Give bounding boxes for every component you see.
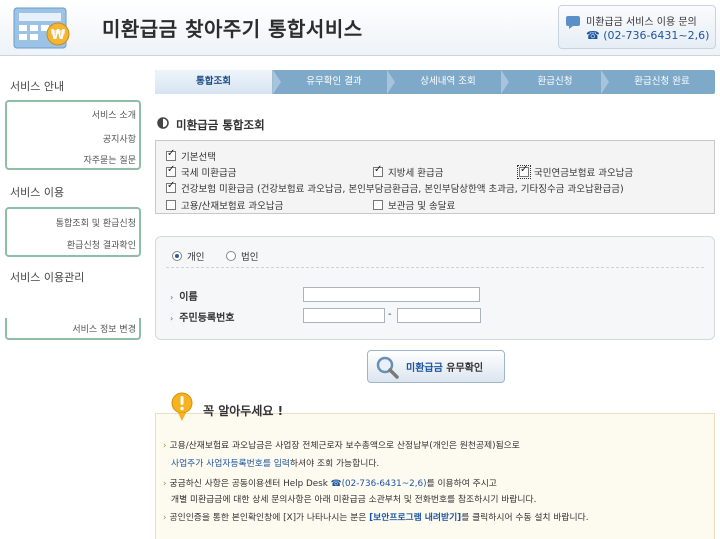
- notice-title: 꼭 알아두세요 !: [203, 404, 284, 418]
- radio-dot[interactable]: [226, 251, 236, 261]
- divider: [166, 267, 704, 268]
- chat-icon: [566, 16, 580, 29]
- name-label: › 이름: [170, 292, 198, 303]
- notice-line: › 궁금하신 사항은 공동이용센터 Help Desk ☎(02-736-6431…: [163, 479, 497, 489]
- check-refund-button[interactable]: 미환급금 유무확인: [367, 350, 505, 383]
- step-detail: 상세내역 조회: [420, 76, 476, 87]
- checkbox-label: 건강보험 미환급금 (건강보험료 과오납금, 본인부담금환급금, 본인부담상한액…: [181, 184, 624, 195]
- notice-box: › 고용/산재보험료 과오납금은 사업장 전체근로자 보수총액으로 산정납부(개인…: [155, 413, 715, 539]
- step-arrow: [273, 70, 281, 94]
- checkbox-pension[interactable]: 국민연금보험료 과오납금: [517, 164, 634, 179]
- checkbox-label: 국세 미환급금: [181, 168, 237, 179]
- id-separator: -: [388, 309, 392, 320]
- checkbox-health[interactable]: 건강보험 미환급금 (건강보험료 과오납금, 본인부담금환급금, 본인부담상한액…: [166, 180, 624, 195]
- sidebar-item-faq[interactable]: 자주묻는 질문: [83, 153, 136, 166]
- sidebar-item-inquiry[interactable]: 통합조회 및 환급신청: [56, 216, 136, 229]
- step-result: 유무확인 결과: [306, 76, 362, 87]
- exclamation-bulb-icon: [171, 392, 193, 421]
- inquiry-title: 미환급금 서비스 이용 문의: [586, 17, 697, 28]
- checkbox-box[interactable]: [517, 164, 531, 179]
- identity-form: 개인 법인 › 이름 › 주민등록번호 -: [155, 236, 715, 340]
- step-apply: 환급신청: [537, 76, 573, 87]
- arrow-icon: ›: [170, 314, 174, 323]
- svg-text:₩: ₩: [51, 28, 66, 43]
- notice-line: 사업주가 사업자등록번호를 입력하셔야 조회 가능합니다.: [171, 459, 380, 469]
- checkbox-box[interactable]: [166, 180, 176, 193]
- sidebar: 서비스 안내 서비스 소개 공지사항 자주묻는 질문 서비스 이용 통합조회 및…: [0, 60, 142, 539]
- radio-individual[interactable]: 개인: [172, 249, 204, 263]
- section-bullet-icon: [157, 117, 169, 129]
- checkbox-box[interactable]: [166, 148, 176, 161]
- checkbox-box[interactable]: [166, 164, 176, 177]
- sidebar-heading-manage: 서비스 이용관리: [10, 271, 85, 284]
- inquiry-phone: ☎ (02-736-6431~2,6): [586, 29, 710, 42]
- magnifier-icon: [376, 356, 399, 379]
- id-label: › 주민등록번호: [170, 313, 235, 324]
- checkbox-label: 지방세 환급금: [388, 168, 444, 179]
- checkbox-employment[interactable]: 고용/산재보험료 과오납금: [166, 198, 283, 212]
- section-title: 미환급금 통합조회: [176, 118, 265, 132]
- business-number-link[interactable]: 사업주가 사업자등록번호를 입력: [171, 459, 290, 469]
- step-arrow: [601, 70, 609, 94]
- sidebar-item-profile[interactable]: 서비스 정보 변경: [72, 322, 136, 335]
- step-arrow: [501, 70, 509, 94]
- checkbox-label: 고용/산재보험료 과오납금: [181, 201, 284, 212]
- header: ₩ 미환급금 찾아주기 통합서비스 미환급금 서비스 이용 문의 ☎ (02-7…: [0, 0, 720, 56]
- notice-line: › 고용/산재보험료 과오납금은 사업장 전체근로자 보수총액으로 산정납부(개인…: [163, 441, 520, 451]
- step-inquiry: 통합조회: [155, 70, 273, 94]
- security-download-link[interactable]: [보안프로그램 내려받기]: [369, 513, 461, 523]
- step-complete: 환급신청 완료: [634, 76, 690, 87]
- id-front-input[interactable]: [303, 308, 385, 323]
- sidebar-item-result[interactable]: 환급신청 결과확인: [67, 238, 136, 251]
- radio-dot[interactable]: [172, 251, 182, 261]
- checkbox-basic[interactable]: 기본선택: [166, 148, 216, 163]
- checkbox-label: 보관금 및 송달료: [388, 201, 456, 212]
- inquiry-box: 미환급금 서비스 이용 문의 ☎ (02-736-6431~2,6): [558, 5, 716, 49]
- name-input[interactable]: [303, 287, 480, 302]
- sidebar-item-notice[interactable]: 공지사항: [103, 132, 136, 145]
- helpdesk-phone: ☎(02-736-6431~2,6): [330, 479, 427, 489]
- sidebar-item-intro[interactable]: 서비스 소개: [92, 108, 136, 121]
- checkbox-national-tax[interactable]: 국세 미환급금: [166, 164, 237, 179]
- checkbox-local-tax[interactable]: 지방세 환급금: [373, 164, 444, 179]
- checkbox-label: 기본선택: [181, 152, 216, 163]
- checkbox-deposit[interactable]: 보관금 및 송달료: [373, 198, 455, 212]
- radio-label: 법인: [241, 252, 259, 263]
- site-title: 미환급금 찾아주기 통합서비스: [102, 17, 363, 41]
- radio-label: 개인: [187, 252, 205, 263]
- category-panel: 기본선택 국세 미환급금 지방세 환급금 국민연금보험료 과오납금 건강보험 미…: [155, 140, 715, 214]
- arrow-icon: ›: [170, 293, 174, 302]
- step-arrow: [387, 70, 395, 94]
- notice-line: 개별 미환급금에 대한 상세 문의사항은 아래 미환급금 소관부처 및 전화번호…: [171, 495, 537, 505]
- progress-steps: 통합조회 유무확인 결과 상세내역 조회 환급신청 환급신청 완료: [155, 70, 715, 94]
- sidebar-heading-guide: 서비스 안내: [10, 80, 65, 93]
- id-back-input[interactable]: [397, 308, 481, 323]
- calculator-logo-icon: ₩: [13, 7, 70, 49]
- notice-line: › 공인인증을 통한 본인확인창에 [X]가 나타나시는 분은 [보안프로그램 내…: [163, 513, 589, 523]
- checkbox-box[interactable]: [373, 164, 383, 177]
- checkbox-box[interactable]: [373, 200, 383, 210]
- radio-corporate[interactable]: 법인: [226, 249, 258, 263]
- check-button-label: 미환급금 유무확인: [406, 363, 484, 374]
- sidebar-heading-use: 서비스 이용: [10, 186, 65, 199]
- checkbox-box[interactable]: [166, 200, 176, 210]
- checkbox-label: 국민연금보험료 과오납금: [534, 168, 634, 179]
